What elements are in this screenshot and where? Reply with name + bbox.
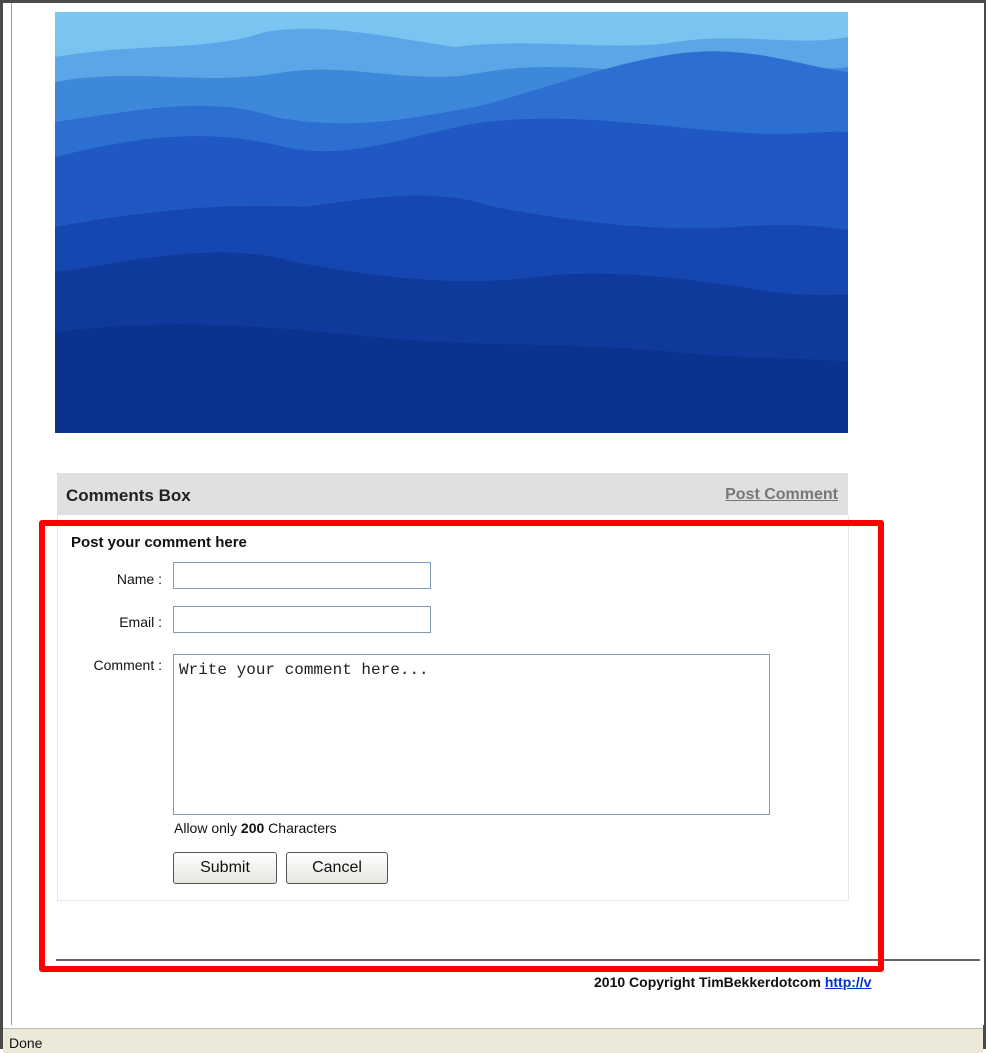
footer-link[interactable]: http://v [825,974,872,990]
comments-box-title: Comments Box [66,486,191,505]
email-label: Email : [119,614,162,630]
status-bar: Done [3,1028,983,1053]
copyright-text: 2010 Copyright TimBekkerdotcom [594,974,821,990]
comment-form-panel: Post your comment here Name : Email : Co… [57,515,849,901]
mountain-landscape-illustration [55,12,848,433]
mountain-banner-image [55,12,848,433]
character-limit-note: Allow only 200 Characters [174,820,337,836]
name-label: Name : [116,571,162,587]
limit-value: 200 [240,820,265,836]
comment-label: Comment : [93,657,162,673]
footer-copyright: 2010 Copyright TimBekkerdotcom http://v [594,974,871,990]
footer: 2010 Copyright TimBekkerdotcom http://v [0,960,980,1000]
limit-prefix: Allow only [174,820,238,836]
status-text: Done [9,1035,43,1051]
post-comment-link[interactable]: Post Comment [725,486,838,504]
comment-textarea[interactable]: Write your comment here... [173,654,770,815]
form-heading: Post your comment here [71,534,247,551]
email-field[interactable] [173,606,431,633]
name-field[interactable] [173,562,431,589]
submit-button[interactable]: Submit [173,852,277,884]
comments-box-header: Comments Box Post Comment [57,473,848,515]
limit-suffix: Characters [268,820,337,836]
cancel-button[interactable]: Cancel [286,852,388,884]
